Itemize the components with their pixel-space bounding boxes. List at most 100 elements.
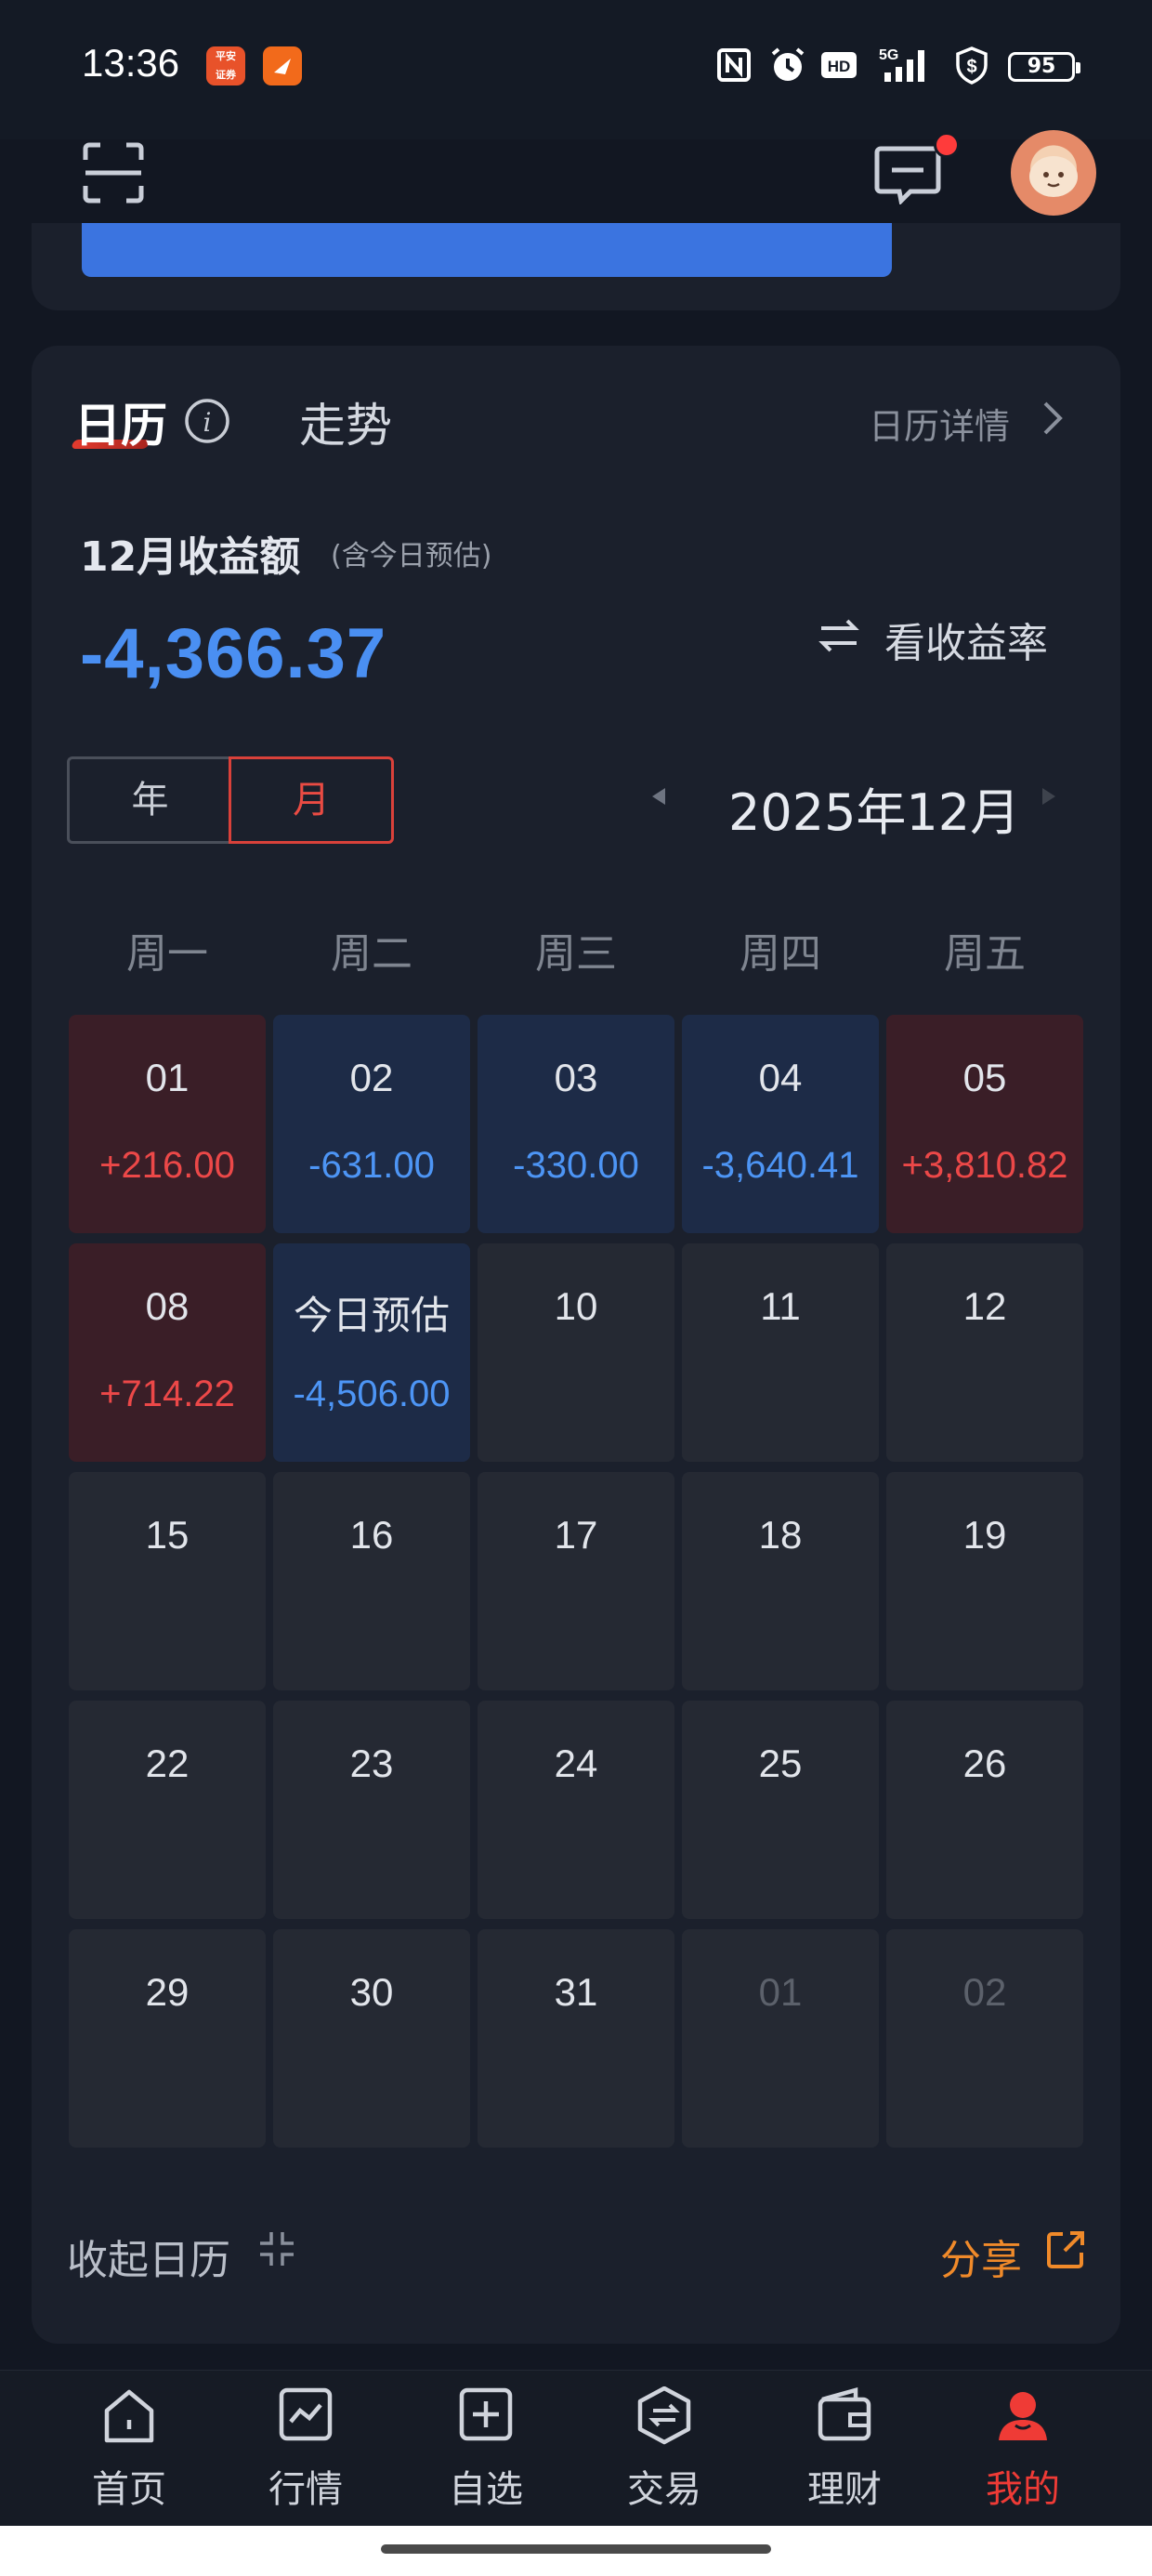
calendar-day-cell[interactable]: 05 +3,810.82 [886,1015,1083,1233]
day-number: 26 [962,1741,1007,1785]
day-number: 29 [145,1970,190,2014]
calendar-day-cell[interactable]: 16 [273,1472,470,1690]
calendar-day-cell[interactable]: 29 [69,1929,266,2148]
scan-icon[interactable] [82,141,145,204]
day-number: 12 [962,1284,1007,1328]
calendar-day-cell[interactable]: 12 [886,1243,1083,1462]
nav-item-wallet[interactable]: 理财 [775,2381,914,2520]
calendar-day-cell[interactable]: 02 -631.00 [273,1015,470,1233]
calendar-day-cell[interactable]: 04 -3,640.41 [682,1015,879,1233]
calendar-day-cell[interactable]: 19 [886,1472,1083,1690]
battery-icon: 95 [1008,52,1080,82]
nav-label: 我的 [986,2468,1060,2511]
calendar-day-cell[interactable]: 18 [682,1472,879,1690]
day-number: 11 [760,1284,801,1328]
calendar-detail-link[interactable]: 日历详情 [869,398,1010,449]
calendar-day-cell[interactable]: 03 -330.00 [478,1015,674,1233]
alarm-icon [767,45,808,85]
nav-item-market-chart[interactable]: 行情 [236,2381,375,2520]
calendar-day-cell[interactable]: 25 [682,1701,879,1919]
day-profit-value: +714.22 [99,1373,235,1414]
home-icon [101,2386,157,2446]
month-label: 2025年12月 [728,783,1021,842]
calendar-day-cell[interactable]: 10 [478,1243,674,1462]
calendar-day-cell[interactable]: 02 [886,1929,1083,2148]
day-profit-value: +3,810.82 [901,1145,1068,1186]
day-number: 31 [554,1970,598,2014]
previous-card-button[interactable] [82,223,892,277]
day-profit-value: -330.00 [513,1145,639,1186]
weekday-header: 周五 [944,930,1026,978]
chevron-right-icon[interactable] [1039,398,1067,439]
calendar-day-cell[interactable]: 11 [682,1243,879,1462]
day-number: 15 [145,1513,190,1557]
day-number: 25 [758,1741,803,1785]
calendar-day-cell[interactable]: 31 [478,1929,674,2148]
day-profit-value: -3,640.41 [701,1145,859,1186]
day-number: 23 [349,1741,394,1785]
trade-exchange-icon [636,2385,692,2446]
income-title: 12月收益额 [80,533,301,581]
day-number: 05 [962,1056,1007,1099]
svg-text:HD: HD [828,58,851,75]
day-profit-value: -4,506.00 [293,1373,451,1414]
day-number: 10 [554,1284,598,1328]
nav-item-profile[interactable]: 我的 [953,2381,1093,2520]
calendar-day-cell[interactable]: 26 [886,1701,1083,1919]
day-number: 22 [145,1741,190,1785]
tab-calendar[interactable]: 日历 [74,388,167,455]
tab-trend[interactable]: 走势 [299,388,392,455]
weekday-header: 周一 [126,930,208,978]
calendar-day-cell[interactable]: 15 [69,1472,266,1690]
pingan-app-badge-icon: 平安 证券 [206,46,245,85]
nav-label: 自选 [449,2468,523,2511]
day-number: 今日预估 [293,1293,450,1338]
day-number: 16 [349,1513,394,1557]
info-icon[interactable]: i [184,398,230,444]
calendar-day-cell[interactable]: 23 [273,1701,470,1919]
next-month-arrow-icon[interactable] [1042,788,1055,805]
day-number: 08 [145,1284,190,1328]
notification-app-icon [263,46,302,85]
svg-text:$: $ [966,57,976,77]
calendar-day-cell[interactable]: 17 [478,1472,674,1690]
collapse-calendar-button[interactable]: 收起日历 [67,2227,230,2286]
weekday-header: 周四 [740,930,821,978]
day-number: 18 [758,1513,803,1557]
calendar-day-cell[interactable]: 22 [69,1701,266,1919]
day-number: 04 [758,1056,803,1099]
message-icon[interactable] [873,141,942,206]
home-indicator[interactable] [381,2544,771,2554]
prev-month-arrow-icon[interactable] [652,788,665,805]
segment-year[interactable]: 年 [67,756,230,844]
calendar-day-cell[interactable]: 今日预估 -4,506.00 [273,1243,470,1462]
share-button[interactable]: 分享 [940,2227,1022,2286]
income-amount: -4,366.37 [80,614,387,693]
day-profit-value: -631.00 [308,1145,435,1186]
swap-icon[interactable] [818,617,860,654]
calendar-day-cell[interactable]: 08 +714.22 [69,1243,266,1462]
nav-label: 交易 [627,2468,701,2511]
segment-month[interactable]: 月 [229,756,394,844]
calendar-day-cell[interactable]: 01 +216.00 [69,1015,266,1233]
day-profit-value: +216.00 [99,1145,235,1186]
signal-5g-icon: 5G [877,45,938,85]
share-icon[interactable] [1044,2228,1087,2271]
shield-dollar-icon: $ [953,45,990,85]
day-number: 17 [554,1513,598,1557]
calendar-day-cell[interactable]: 01 [682,1929,879,2148]
day-number: 03 [554,1056,598,1099]
avatar[interactable] [1011,130,1096,216]
view-rate-toggle[interactable]: 看收益率 [884,610,1048,669]
hd-icon: HD [819,45,858,85]
collapse-icon[interactable] [255,2227,299,2271]
svg-text:5G: 5G [879,47,898,63]
calendar-day-cell[interactable]: 24 [478,1701,674,1919]
add-watchlist-icon [458,2386,514,2446]
nav-item-add-watchlist[interactable]: 自选 [416,2381,556,2520]
calendar-day-cell[interactable]: 30 [273,1929,470,2148]
nav-label: 首页 [92,2468,166,2511]
day-number: 24 [554,1741,598,1785]
nav-item-home[interactable]: 首页 [59,2381,199,2520]
nav-item-trade-exchange[interactable]: 交易 [595,2381,734,2520]
